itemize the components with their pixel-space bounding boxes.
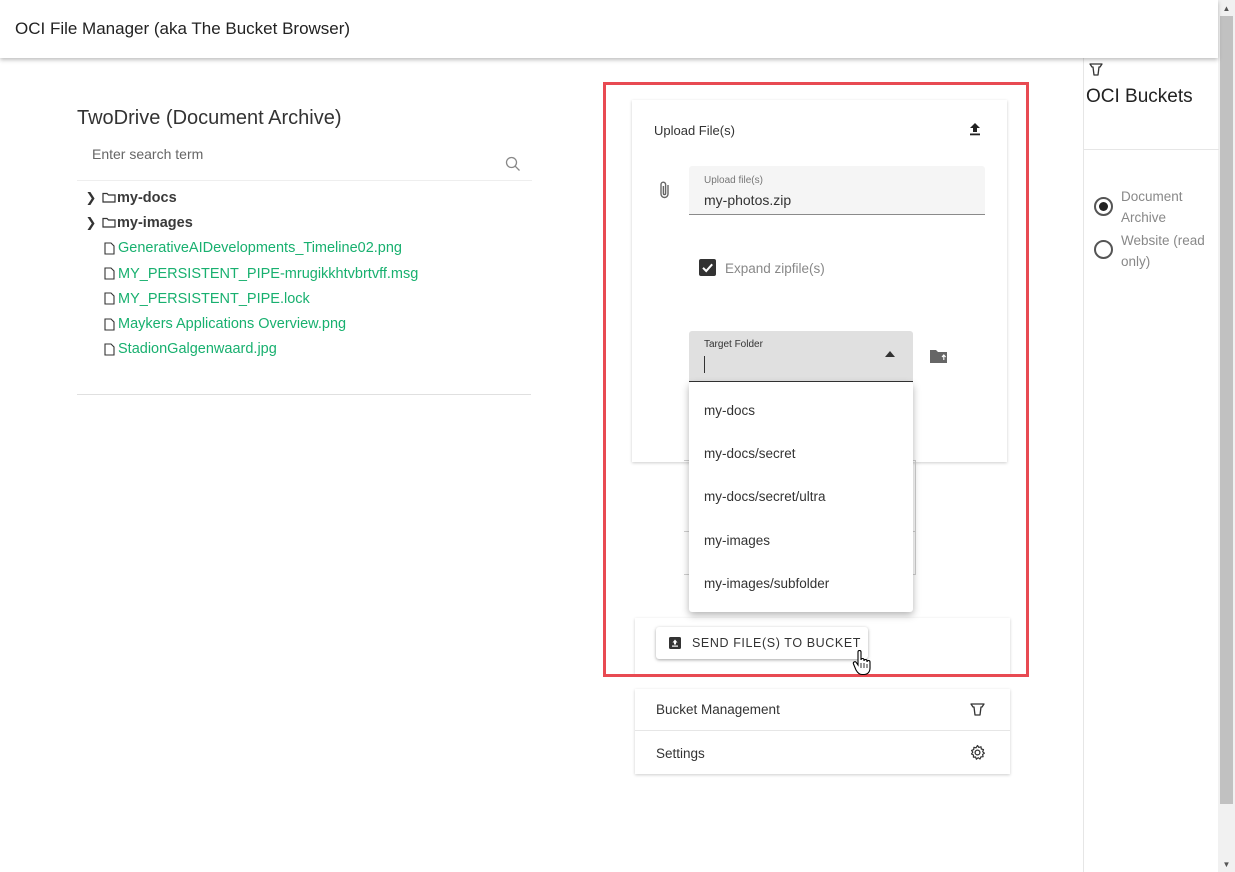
tree-folder[interactable]: ❯ my-images — [84, 210, 544, 235]
tree-folder[interactable]: ❯ my-docs — [84, 185, 544, 210]
target-folder-option[interactable]: my-images/subfolder — [689, 562, 913, 605]
menu-item-settings[interactable]: Settings — [635, 732, 1010, 774]
radio-label-document-archive[interactable]: Document Archive — [1121, 186, 1217, 228]
search-box — [77, 141, 532, 181]
target-folder-select[interactable]: Target Folder — [689, 331, 913, 382]
caret-up-icon[interactable] — [885, 351, 895, 357]
target-folder-label: Target Folder — [704, 339, 763, 350]
file-icon — [104, 292, 115, 305]
bucket-icon — [970, 703, 985, 716]
file-link[interactable]: GenerativeAIDevelopments_Timeline02.png — [118, 240, 402, 256]
scroll-up-icon[interactable]: ▲ — [1218, 0, 1235, 16]
nav-menu: Bucket Management Settings — [635, 689, 1010, 774]
page-scrollbar[interactable]: ▲ ▼ — [1218, 0, 1235, 872]
tree-file[interactable]: GenerativeAIDevelopments_Timeline02.png — [84, 236, 544, 261]
tree-file[interactable]: Maykers Applications Overview.png — [84, 311, 544, 336]
archive-title: TwoDrive (Document Archive) — [77, 107, 342, 129]
chevron-right-icon[interactable]: ❯ — [84, 190, 98, 206]
radio-document-archive[interactable] — [1094, 197, 1113, 216]
gear-icon — [970, 744, 985, 760]
folder-label[interactable]: my-images — [117, 215, 193, 231]
target-folder-option[interactable]: my-docs/secret — [689, 432, 913, 475]
folder-icon — [102, 218, 116, 229]
upload-box-icon — [669, 637, 681, 649]
target-folder-option[interactable]: my-docs/secret/ultra — [689, 475, 913, 518]
tree-file[interactable]: MY_PERSISTENT_PIPE-mrugikkhtvbrtvff.msg — [84, 261, 544, 286]
menu-item-label: Settings — [656, 745, 705, 761]
target-folder-option[interactable]: my-docs — [689, 389, 913, 432]
radio-website[interactable] — [1094, 240, 1113, 259]
file-icon — [104, 242, 115, 255]
text-caret — [704, 356, 705, 373]
file-link[interactable]: Maykers Applications Overview.png — [118, 316, 346, 332]
search-icon[interactable] — [505, 156, 521, 172]
scroll-down-icon[interactable]: ▼ — [1218, 856, 1235, 872]
menu-item-bucket-management[interactable]: Bucket Management — [635, 689, 1010, 731]
tree-file[interactable]: StadionGalgenwaard.jpg — [84, 337, 544, 362]
file-icon — [104, 343, 115, 356]
file-link[interactable]: MY_PERSISTENT_PIPE-mrugikkhtvbrtvff.msg — [118, 266, 418, 282]
target-folder-option[interactable]: my-images — [689, 519, 913, 562]
folder-label[interactable]: my-docs — [117, 190, 177, 206]
upload-icon[interactable] — [967, 121, 983, 137]
upload-title: Upload File(s) — [654, 123, 735, 138]
buckets-title: OCI Buckets — [1086, 86, 1193, 107]
app-title: OCI File Manager (aka The Bucket Browser… — [15, 19, 351, 38]
tree-file[interactable]: MY_PERSISTENT_PIPE.lock — [84, 286, 544, 311]
file-link[interactable]: MY_PERSISTENT_PIPE.lock — [118, 291, 310, 307]
upload-file-value[interactable]: my-photos.zip — [704, 192, 791, 208]
scrollbar-thumb[interactable] — [1220, 16, 1233, 804]
hidden-field-line — [915, 460, 916, 575]
menu-item-label: Bucket Management — [656, 702, 780, 717]
bucket-icon — [1089, 63, 1103, 76]
file-icon — [104, 267, 115, 280]
chevron-right-icon[interactable]: ❯ — [84, 215, 98, 231]
folder-icon — [102, 193, 116, 203]
checkmark-icon — [702, 263, 713, 273]
hand-pointer-icon — [852, 650, 871, 676]
upload-file-label: Upload file(s) — [704, 175, 763, 186]
archive-divider — [77, 394, 531, 395]
file-link[interactable]: StadionGalgenwaard.jpg — [118, 341, 277, 357]
send-files-button[interactable]: SEND FILE(S) TO BUCKET — [656, 627, 868, 659]
upload-file-field[interactable]: Upload file(s) my-photos.zip — [689, 166, 985, 215]
app-bar: OCI File Manager (aka The Bucket Browser… — [0, 0, 1218, 58]
paperclip-icon[interactable] — [658, 180, 672, 200]
buckets-divider — [1084, 149, 1219, 150]
search-input[interactable] — [92, 146, 492, 162]
file-icon — [104, 318, 115, 331]
send-files-label: SEND FILE(S) TO BUCKET — [692, 636, 862, 650]
folder-upload-icon[interactable] — [929, 348, 948, 364]
file-tree: ❯ my-docs ❯ my-images GenerativeAIDevelo… — [84, 185, 544, 362]
radio-label-website[interactable]: Website (read only) — [1121, 230, 1217, 272]
expand-zip-checkbox[interactable] — [699, 259, 716, 276]
target-folder-menu: my-docs my-docs/secret my-docs/secret/ul… — [689, 382, 913, 612]
buckets-panel: OCI Buckets Document Archive Website (re… — [1083, 58, 1219, 872]
send-panel: SEND FILE(S) TO BUCKET — [635, 618, 1010, 674]
expand-zip-label[interactable]: Expand zipfile(s) — [725, 261, 825, 276]
